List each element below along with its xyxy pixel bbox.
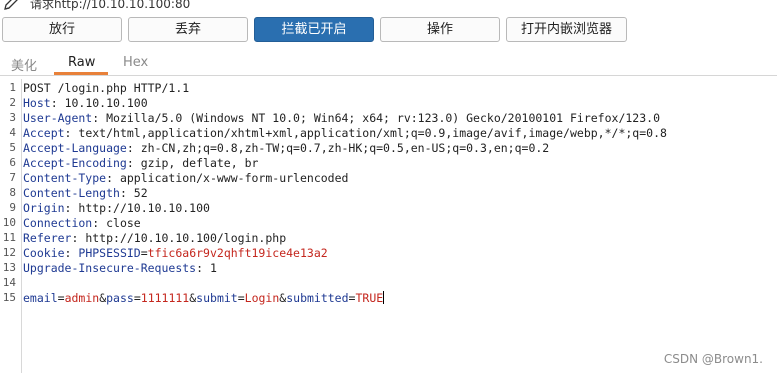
header-name: User-Agent [23,111,93,125]
body-param-key: email [23,291,58,305]
header-line-host: Host: 10.10.10.100 [23,96,148,110]
watermark: CSDN @Brown1. [663,352,763,366]
header-name: Upgrade-Insecure-Requests [23,261,197,275]
header-value: http://10.10.10.100 [78,201,210,215]
header-line-cookie: Cookie: PHPSESSID=tfic6a6r9v2qhft19ice4e… [23,246,328,260]
request-line: POST /login.php HTTP/1.1 [23,81,190,95]
intercept-toolbar: 放行 丢弃 拦截已开启 操作 打开内嵌浏览器 [0,17,777,43]
body-param-key: submit [196,291,238,305]
view-tabs: 美化 Raw Hex [0,52,777,76]
header-value: Mozilla/5.0 (Windows NT 10.0; Win64; x64… [106,111,660,125]
action-button[interactable]: 操作 [380,17,500,42]
header-name: Connection [23,216,93,230]
header-line-content-length: Content-Length: 52 [23,186,148,200]
header-line-content-type: Content-Type: application/x-www-form-url… [23,171,349,185]
header-line-accept-language: Accept-Language: zh-CN,zh;q=0.8,zh-TW;q=… [23,141,550,155]
body-param-value: 1111111 [140,291,190,305]
header-name: Accept-Language [23,141,127,155]
header-value: 10.10.10.100 [64,96,148,110]
header-line-accept: Accept: text/html,application/xhtml+xml,… [23,126,667,140]
header-value: http://10.10.10.100/login.php [85,231,287,245]
line-number: 15 [2,291,16,304]
header-value: close [106,216,141,230]
header-name: Cookie [23,246,65,260]
body-param-key: pass [106,291,134,305]
line-number: 7 [9,171,16,184]
open-browser-button[interactable]: 打开内嵌浏览器 [506,17,627,42]
body-param-value: TRUE [355,291,384,305]
drop-button[interactable]: 丢弃 [128,17,248,42]
intercept-toggle-button[interactable]: 拦截已开启 [254,17,374,42]
pencil-icon [4,0,18,10]
header-line-referer: Referer: http://10.10.10.100/login.php [23,231,287,245]
line-number-gutter: 1 2 3 4 5 6 7 8 9 10 11 12 13 14 15 [0,79,22,373]
cookie-key: PHPSESSID [78,246,141,260]
header-name: Referer [23,231,72,245]
header-value: gzip, deflate, br [140,156,259,170]
line-number: 1 [9,81,16,94]
header-value: text/html,application/xhtml+xml,applicat… [78,126,667,140]
line-number: 9 [9,201,16,214]
tab-pretty[interactable]: 美化 [11,55,37,74]
header-line-user-agent: User-Agent: Mozilla/5.0 (Windows NT 10.0… [23,111,660,125]
tab-selected-indicator [54,72,108,75]
header-line-accept-encoding: Accept-Encoding: gzip, deflate, br [23,156,259,170]
line-number: 8 [9,186,16,199]
raw-request-editor[interactable]: 1 2 3 4 5 6 7 8 9 10 11 12 13 14 15 POST… [0,79,777,373]
line-number: 13 [2,261,16,274]
body-param-value: Login [244,291,280,305]
header-value: application/x-www-form-urlencoded [119,171,349,185]
header-line-upgrade: Upgrade-Insecure-Requests: 1 [23,261,217,275]
tab-hex[interactable]: Hex [123,55,148,70]
line-number: 6 [9,156,16,169]
header-line-origin: Origin: http://10.10.10.100 [23,201,210,215]
forward-button[interactable]: 放行 [2,17,122,42]
header-name: Host [23,96,51,110]
body-param-key: submitted [286,291,349,305]
header-value: 1 [209,261,217,275]
header-value: 52 [133,186,148,200]
line-number: 5 [9,141,16,154]
request-body-line: email=admin&pass=1111111&submit=Login&su… [23,291,385,305]
line-number: 11 [2,231,16,244]
line-number: 12 [2,246,16,259]
body-param-value: admin [64,291,100,305]
header-line-connection: Connection: close [23,216,141,230]
line-number: 3 [9,111,16,124]
line-number: 14 [2,276,16,289]
cookie-value: tfic6a6r9v2qhft19ice4e13a2 [147,246,328,260]
line-number: 10 [2,216,16,229]
header-name: Accept [23,126,65,140]
tab-raw[interactable]: Raw [68,55,95,70]
line-number: 2 [9,96,16,109]
request-header-bar: 请求http://10.10.10.100:80 [0,0,777,14]
header-name: Content-Type [23,171,107,185]
header-name: Content-Length [23,186,120,200]
header-name: Accept-Encoding [23,156,127,170]
text-cursor [383,291,385,304]
header-value: zh-CN,zh;q=0.8,zh-TW;q=0.7,zh-HK;q=0.5,e… [140,141,550,155]
header-name: Origin [23,201,65,215]
line-number: 4 [9,126,16,139]
request-target-label: 请求http://10.10.10.100:80 [30,0,191,11]
